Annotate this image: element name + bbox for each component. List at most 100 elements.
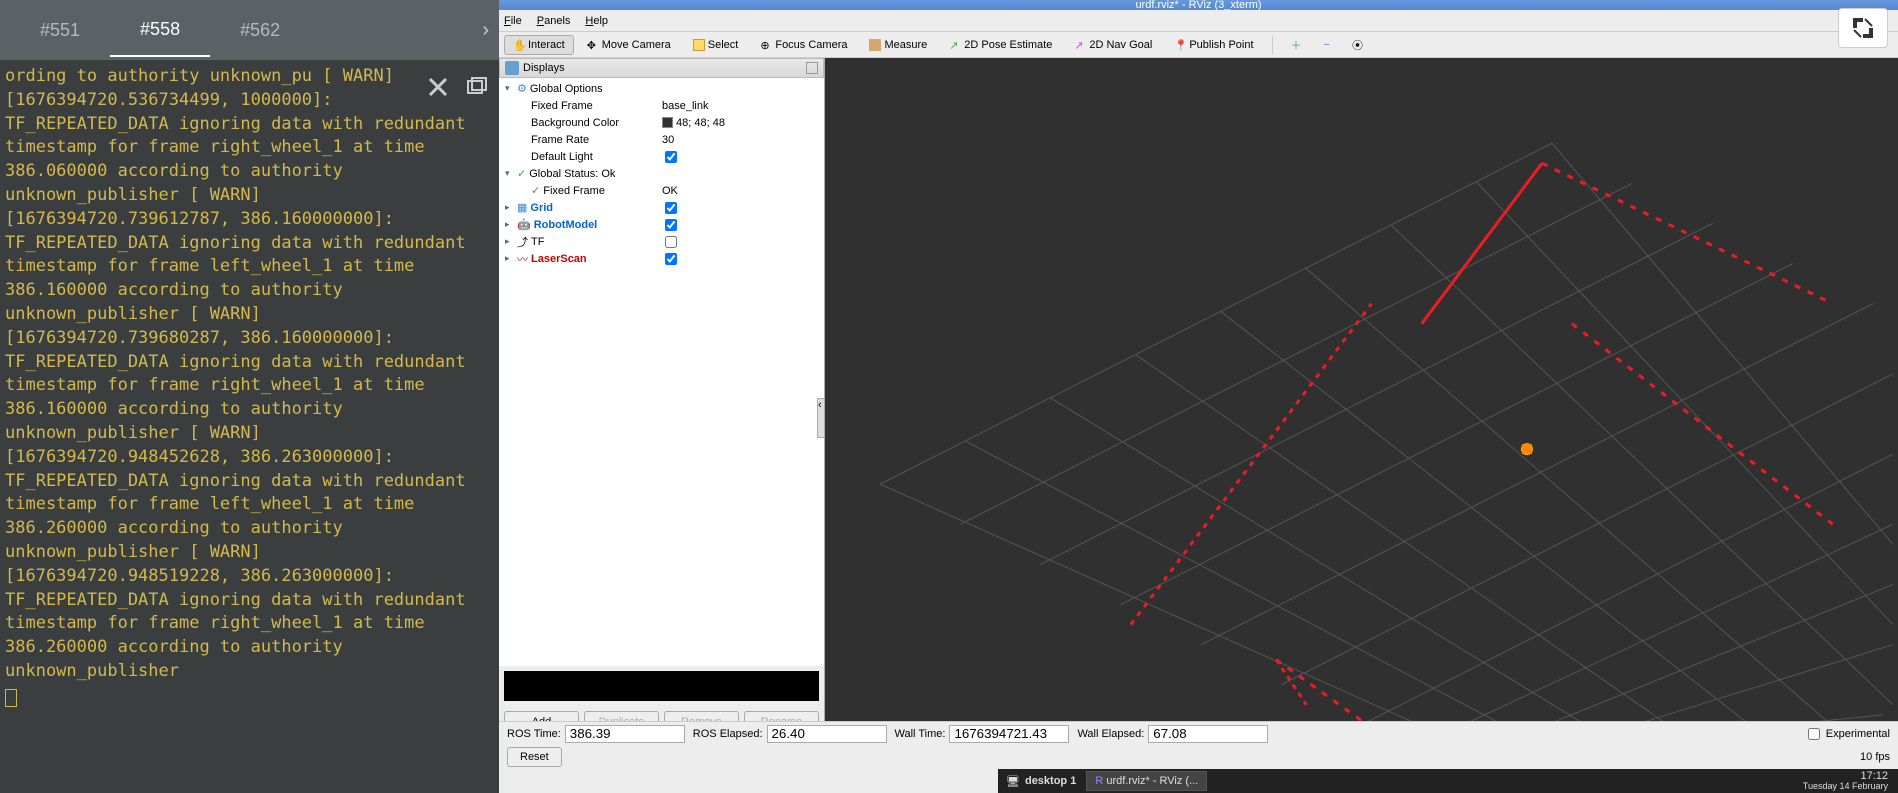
global-status-label[interactable]: Global Status: Ok — [529, 168, 822, 180]
tf-checkbox[interactable] — [665, 236, 677, 248]
terminal-cursor — [5, 689, 17, 707]
fps-label: 10 fps — [1860, 751, 1890, 763]
menu-panels[interactable]: Panels — [537, 15, 571, 27]
terminal-panel: #551 #558 #562 › ording to authority unk… — [0, 0, 499, 793]
default-light-checkbox[interactable] — [665, 151, 677, 163]
terminal-tab-558[interactable]: #558 — [110, 4, 210, 57]
tool-select[interactable]: Select — [684, 35, 748, 55]
tool-focus-camera[interactable]: ⊕Focus Camera — [751, 35, 856, 55]
displays-icon — [505, 61, 519, 75]
taskbar: 🖥desktop 1 R urdf.rviz* - RViz (... 17:1… — [998, 769, 1898, 793]
expand-icon[interactable]: ▸ — [505, 202, 517, 213]
bg-color-value[interactable]: 48; 48; 48 — [662, 117, 822, 129]
tool-publish-point[interactable]: 📍Publish Point — [1165, 35, 1262, 55]
arrow-pink-icon: ↗ — [1074, 39, 1086, 51]
status-fixed-frame-value: OK — [662, 185, 822, 197]
fixed-frame-value[interactable]: base_link — [662, 100, 822, 112]
ros-time-input[interactable] — [565, 725, 685, 743]
window-titlebar: urdf.rviz* - RViz (3_xterm) — [499, 0, 1898, 10]
select-icon — [693, 39, 705, 51]
taskbar-start[interactable]: 🖥desktop 1 — [998, 775, 1084, 788]
tool-interact[interactable]: ✋Interact — [504, 35, 574, 55]
experimental-checkbox[interactable] — [1808, 728, 1820, 740]
tf-icon: ⤴ — [517, 234, 528, 250]
minus-icon: − — [1324, 39, 1330, 51]
display-tf[interactable]: TF — [531, 236, 665, 248]
wall-time-input[interactable] — [949, 725, 1069, 743]
tool-measure[interactable]: Measure — [860, 35, 936, 55]
arrow-green-icon: ↗ — [949, 39, 961, 51]
desktop-icon: 🖥 — [1006, 775, 1020, 788]
tool-remove[interactable]: − — [1315, 35, 1339, 55]
expand-icon[interactable]: ▸ — [505, 236, 517, 247]
wall-elapsed-label: Wall Elapsed: — [1077, 728, 1144, 740]
reset-button[interactable]: Reset — [507, 747, 562, 767]
wall-elapsed-input[interactable] — [1148, 725, 1268, 743]
status-bar-time: ROS Time: ROS Elapsed: Wall Time: Wall E… — [499, 721, 1898, 745]
displays-title: Displays — [523, 62, 565, 74]
bg-color-label: Background Color — [531, 117, 662, 129]
check-icon: ✓ — [517, 167, 526, 180]
global-options-label[interactable]: Global Options — [530, 83, 822, 95]
dot-icon: ⦿ — [1352, 37, 1363, 53]
displays-panel: Displays ▾⚙Global Options Fixed Framebas… — [499, 58, 825, 738]
close-icon[interactable] — [426, 75, 450, 99]
description-area — [504, 671, 819, 701]
pin-icon: 📍 — [1174, 39, 1186, 51]
3d-viewport[interactable] — [830, 63, 1893, 735]
display-robotmodel[interactable]: RobotModel — [534, 219, 665, 231]
hand-icon: ✋ — [513, 39, 525, 51]
windows-icon[interactable] — [465, 75, 489, 99]
tab-scroll-right-icon[interactable]: › — [482, 19, 489, 42]
toolbar: ✋Interact ✥Move Camera Select ⊕Focus Cam… — [499, 32, 1898, 58]
menu-help[interactable]: Help — [585, 15, 608, 27]
ros-elapsed-input[interactable] — [767, 725, 887, 743]
frame-rate-value[interactable]: 30 — [662, 134, 822, 146]
robot-icon: 🤖 — [517, 218, 531, 231]
taskbar-clock[interactable]: 17:12 Tuesday 14 February — [1793, 770, 1898, 792]
fixed-frame-label: Fixed Frame — [531, 100, 662, 112]
panel-toggle-handle[interactable]: ‹ — [817, 398, 825, 438]
ros-elapsed-label: ROS Elapsed: — [693, 728, 763, 740]
laser-icon: 〰 — [517, 251, 528, 267]
terminal-output: ording to authority unknown_pu [ WARN] [… — [0, 60, 499, 689]
menubar: File Panels Help — [499, 10, 1898, 32]
display-laserscan[interactable]: LaserScan — [531, 253, 665, 265]
terminal-tab-562[interactable]: #562 — [210, 5, 310, 56]
gear-icon: ⚙ — [517, 82, 527, 95]
ros-time-label: ROS Time: — [507, 728, 561, 740]
menu-file[interactable]: File — [504, 15, 522, 27]
displays-close-icon[interactable] — [806, 62, 818, 74]
tool-add[interactable]: ＋ — [1282, 33, 1311, 57]
display-grid[interactable]: Grid — [530, 202, 665, 214]
tool-toggle[interactable]: ⦿ — [1343, 33, 1372, 57]
tool-2d-nav-goal[interactable]: ↗2D Nav Goal — [1065, 35, 1161, 55]
status-fixed-frame-label: Fixed Frame — [543, 185, 662, 197]
frame-rate-label: Frame Rate — [531, 134, 662, 146]
tool-move-camera[interactable]: ✥Move Camera — [578, 35, 680, 55]
tool-2d-pose-estimate[interactable]: ↗2D Pose Estimate — [940, 35, 1061, 55]
viewport-container: ‹ — [825, 58, 1898, 738]
plus-icon: ＋ — [1291, 37, 1302, 53]
displays-header[interactable]: Displays — [499, 58, 824, 78]
expand-icon[interactable]: ▾ — [505, 168, 517, 179]
wall-time-label: Wall Time: — [895, 728, 946, 740]
grid-checkbox[interactable] — [665, 202, 677, 214]
maximize-icon[interactable] — [1838, 8, 1888, 48]
experimental-label: Experimental — [1826, 728, 1890, 740]
check-icon: ✓ — [531, 184, 540, 197]
expand-icon[interactable]: ▾ — [505, 83, 517, 94]
robotmodel-checkbox[interactable] — [665, 219, 677, 231]
status-bar-bottom: Reset 10 fps — [499, 745, 1898, 769]
taskbar-app-rviz[interactable]: R urdf.rviz* - RViz (... — [1086, 771, 1207, 791]
laserscan-checkbox[interactable] — [665, 253, 677, 265]
rviz-window: urdf.rviz* - RViz (3_xterm) File Panels … — [499, 0, 1898, 793]
expand-icon[interactable]: ▸ — [505, 219, 517, 230]
terminal-tabs: #551 #558 #562 › — [0, 0, 499, 60]
focus-icon: ⊕ — [760, 39, 772, 51]
expand-icon[interactable]: ▸ — [505, 253, 517, 264]
grid-icon: ▦ — [517, 201, 527, 214]
displays-tree[interactable]: ▾⚙Global Options Fixed Framebase_link Ba… — [499, 78, 824, 666]
terminal-tab-551[interactable]: #551 — [10, 5, 110, 56]
default-light-label: Default Light — [531, 151, 665, 163]
